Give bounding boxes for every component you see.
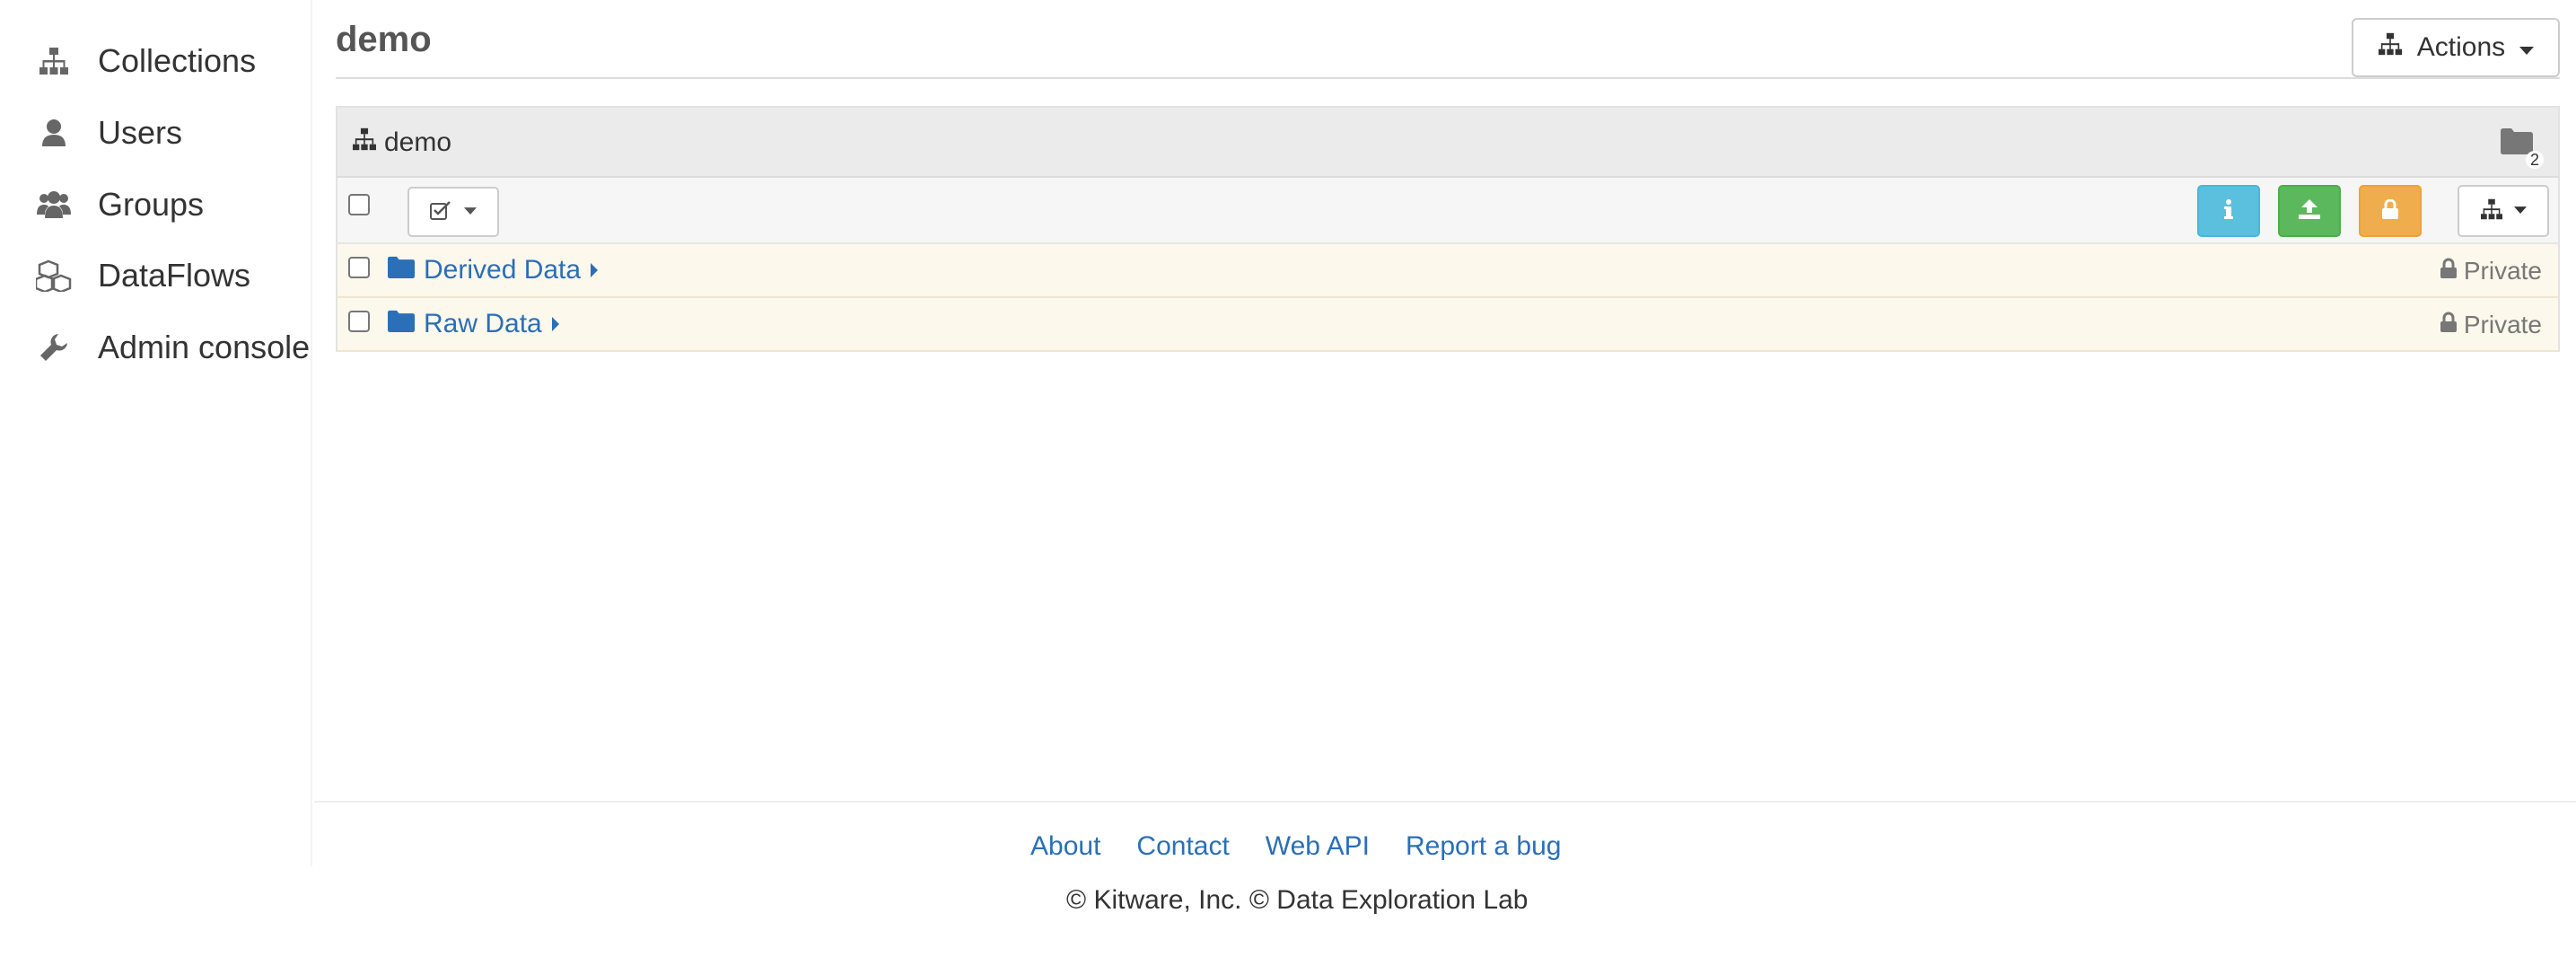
actions-button[interactable]: Actions [2352, 18, 2560, 77]
lock-icon [2382, 198, 2398, 224]
hierarchy-breadcrumb-bar: demo 2 [336, 106, 2560, 178]
copyright: © Kitware, Inc. © Data Exploration Lab [1066, 885, 1529, 915]
folder-link[interactable]: Raw Data [388, 309, 560, 339]
sitemap-icon [352, 127, 377, 158]
access-status: Private [2440, 311, 2542, 339]
breadcrumb[interactable]: demo [352, 127, 451, 158]
list-item: Raw Data Private [336, 298, 2560, 352]
sitemap-icon [2378, 32, 2403, 63]
sidebar-item-groups[interactable]: Groups [36, 180, 204, 230]
caret-right-icon[interactable] [551, 309, 560, 339]
sidebar-item-dataflows[interactable]: DataFlows [36, 250, 250, 301]
cubes-icon [36, 258, 72, 294]
footer-link-contact[interactable]: Contact [1136, 831, 1229, 862]
access-label: Private [2463, 311, 2542, 338]
user-icon [36, 115, 72, 151]
list-item: Derived Data Private [336, 244, 2560, 298]
access-label: Private [2463, 257, 2542, 285]
footer-links: About Contact Web API Report a bug [1030, 831, 1561, 862]
title-divider [336, 77, 2560, 79]
sidebar-item-label: Collections [98, 42, 257, 79]
folder-name: Raw Data [424, 309, 542, 338]
breadcrumb-label: demo [384, 127, 452, 157]
checked-actions-dropdown[interactable] [407, 187, 499, 237]
sidebar: Collections Users Groups DataFlows Admin… [0, 0, 312, 866]
folder-icon [388, 309, 415, 339]
sidebar-item-admin-console[interactable]: Admin console [36, 322, 310, 373]
info-button[interactable] [2197, 185, 2260, 237]
folder-icon [388, 255, 415, 285]
sidebar-item-collections[interactable]: Collections [36, 36, 256, 86]
sidebar-item-label: Groups [98, 186, 205, 223]
row-checkbox[interactable] [348, 311, 370, 332]
upload-icon [2299, 198, 2320, 224]
access-control-button[interactable] [2359, 185, 2422, 237]
footer-link-web-api[interactable]: Web API [1266, 831, 1370, 862]
folder-count-badge: 2 [2525, 151, 2544, 169]
caret-right-icon[interactable] [590, 255, 599, 285]
upload-button[interactable] [2278, 185, 2341, 237]
sidebar-item-label: Admin console [98, 329, 311, 365]
footer-link-about[interactable]: About [1030, 831, 1100, 862]
row-checkbox[interactable] [348, 257, 370, 278]
sidebar-item-label: DataFlows [98, 257, 251, 294]
check-square-icon [430, 200, 451, 224]
caret-down-icon [2514, 203, 2527, 219]
folder-name: Derived Data [424, 255, 582, 285]
sitemap-icon [2480, 198, 2503, 224]
lock-icon [2440, 257, 2457, 285]
folder-link[interactable]: Derived Data [388, 255, 599, 285]
actions-label: Actions [2416, 32, 2506, 62]
footer-divider [314, 801, 2576, 803]
lock-icon [2440, 311, 2457, 339]
info-icon [2224, 198, 2233, 224]
access-status: Private [2440, 257, 2542, 285]
select-all-checkbox[interactable] [348, 194, 370, 215]
page-title: demo [336, 20, 432, 59]
sidebar-item-label: Users [98, 114, 183, 151]
folder-actions-dropdown[interactable] [2458, 185, 2549, 237]
list-toolbar [336, 178, 2560, 244]
folder-count-button[interactable]: 2 [2501, 127, 2544, 169]
footer-link-report-bug[interactable]: Report a bug [1406, 831, 1561, 862]
sitemap-icon [36, 43, 72, 79]
caret-down-icon [464, 204, 477, 220]
wrench-icon [36, 329, 72, 365]
caret-down-icon [2519, 32, 2535, 63]
users-icon [36, 187, 72, 223]
sidebar-item-users[interactable]: Users [36, 108, 182, 158]
